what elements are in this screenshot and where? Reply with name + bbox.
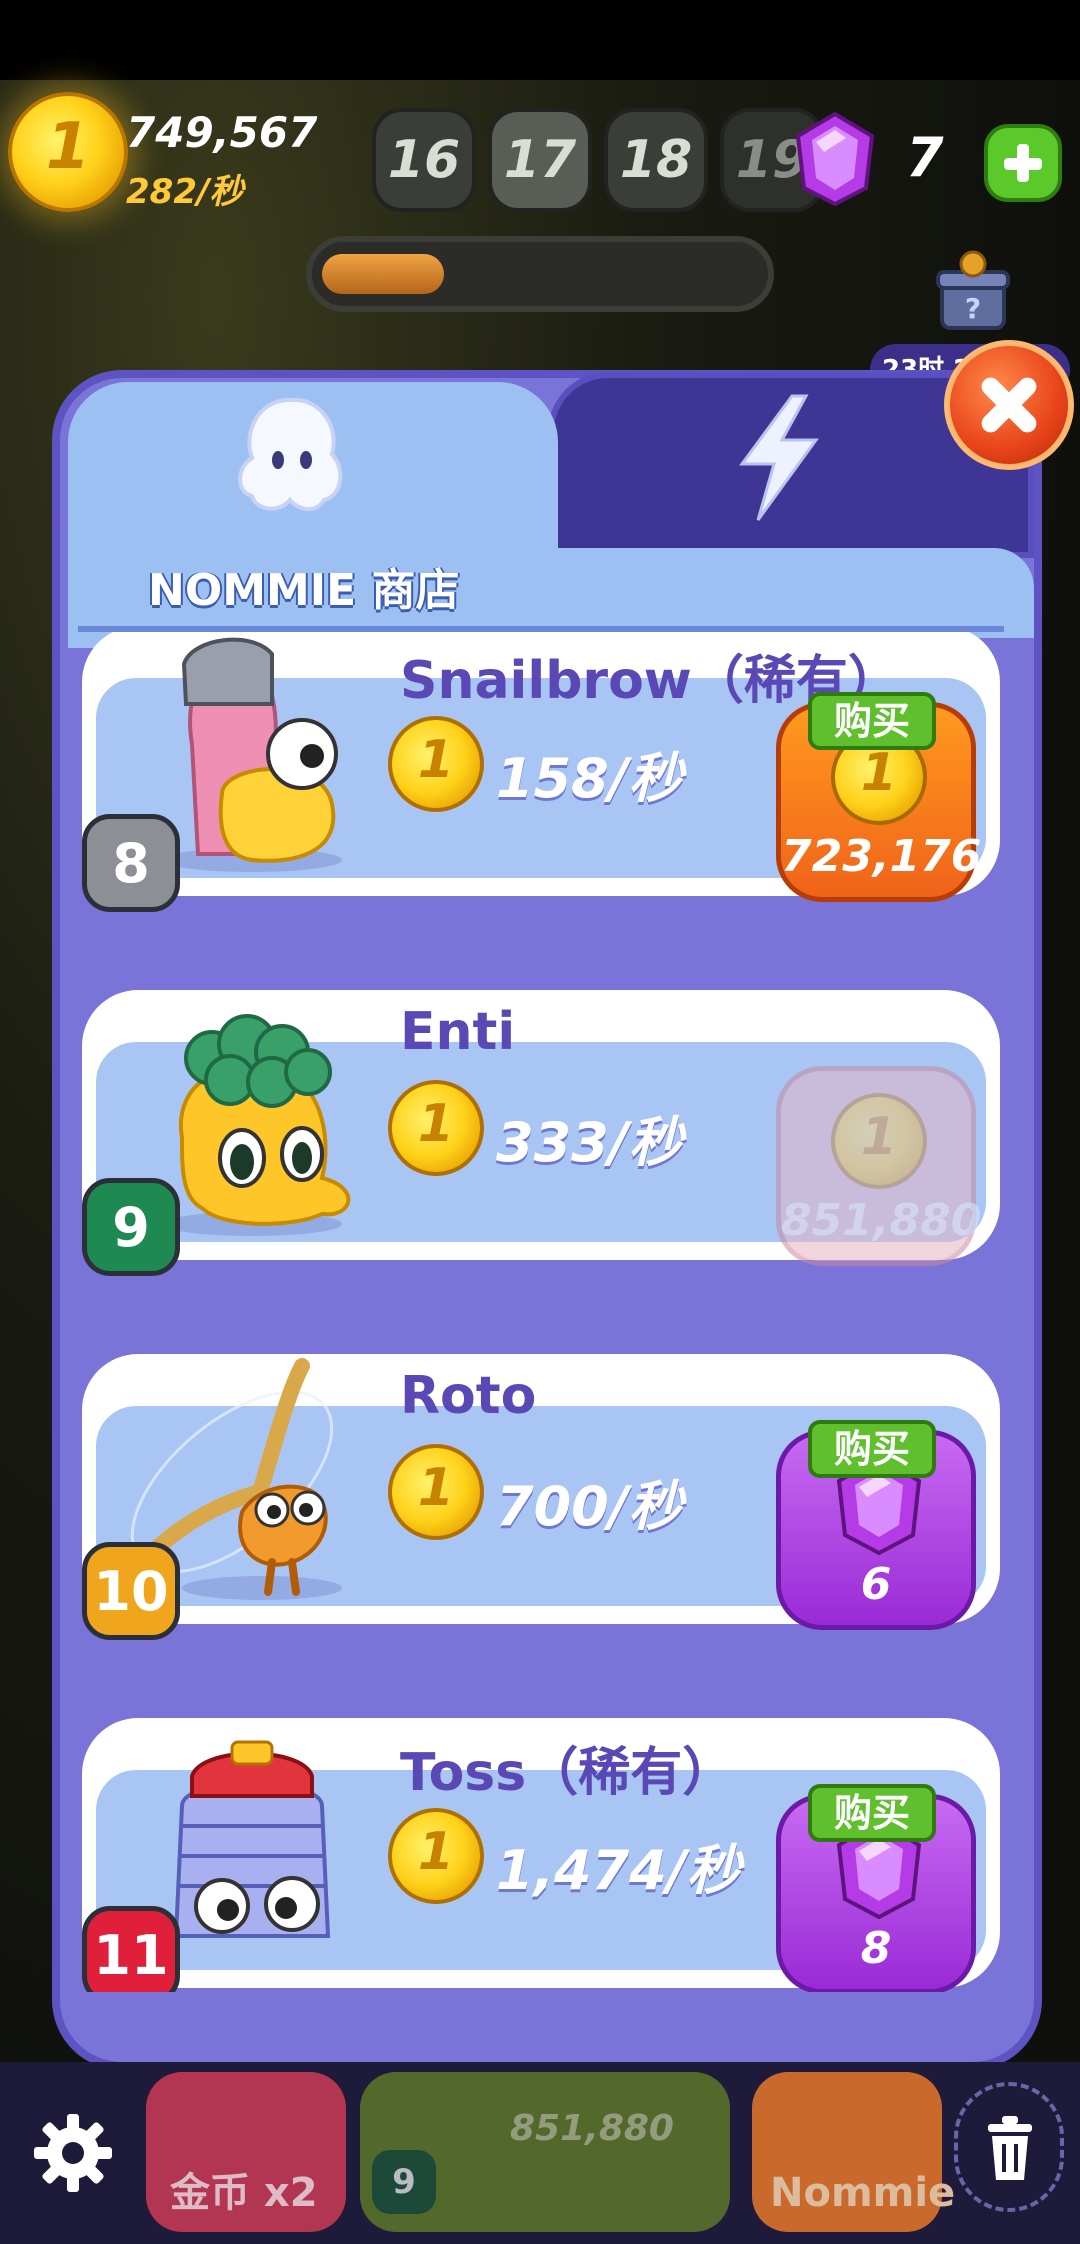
coin-icon [388, 1080, 484, 1176]
buy-label[interactable]: 购买 [808, 1420, 936, 1478]
coin-icon [388, 1808, 484, 1904]
level-selector: 16 17 18 19 [372, 108, 824, 212]
shop-item-snailbrow: Snailbrow（稀有） 8 158/秒 723,176 购买 [82, 632, 1000, 922]
item-rate: 158/秒 [496, 747, 683, 810]
shop-item-list[interactable]: Snailbrow（稀有） 8 158/秒 723,176 购买 Enti [78, 632, 1004, 1992]
nommie-label: Nommie [770, 2170, 956, 2216]
level-16[interactable]: 16 [372, 108, 476, 212]
shop-item-enti: Enti 9 333/秒 851,880 [82, 968, 1000, 1286]
item-price: 851,880 [781, 1195, 982, 1246]
item-level-badge: 9 [82, 1178, 180, 1276]
gem-icon [795, 112, 875, 206]
gems-count: 7 [906, 126, 944, 189]
item-price: 723,176 [781, 831, 982, 882]
item-rate: 700/秒 [496, 1475, 683, 1538]
coin-icon [831, 1093, 927, 1189]
buy-label[interactable]: 购买 [808, 1784, 936, 1842]
close-button[interactable] [944, 340, 1074, 470]
level-progress-fill [322, 254, 444, 294]
gear-icon[interactable] [28, 2108, 118, 2198]
item-name: Enti [400, 1002, 516, 1062]
coins-total: 749,567 [126, 108, 318, 157]
coin-icon [8, 92, 128, 212]
item-price: 8 [860, 1923, 892, 1974]
coin-icon [388, 716, 484, 812]
coin-boost-button[interactable]: 金币 x2 [146, 2072, 346, 2232]
shop-item-roto: Roto 10 700/秒 6 购买 [82, 1332, 1000, 1650]
level-18[interactable]: 18 [604, 108, 708, 212]
buy-button-disabled[interactable]: 851,880 [776, 1066, 982, 1266]
level-progress-bar [306, 236, 774, 312]
lightning-bolt-icon [739, 394, 819, 521]
item-level-badge: 11 [82, 1906, 180, 1992]
shop-title: NOMMIE 商店 [148, 565, 460, 616]
item-name: Roto [400, 1366, 537, 1426]
item-price: 6 [860, 1559, 892, 1610]
coins-rate: 282/秒 [126, 172, 244, 212]
trash-icon [988, 2116, 1032, 2180]
level-17-current[interactable]: 17 [488, 108, 592, 212]
svg-text:?: ? [965, 292, 981, 325]
status-bar [0, 0, 1080, 80]
item-level-badge: 10 [82, 1542, 180, 1640]
item-rate: 333/秒 [496, 1111, 683, 1174]
trash-button[interactable] [954, 2082, 1064, 2212]
quick-level-badge: 9 [372, 2150, 436, 2214]
buy-label[interactable]: 购买 [808, 692, 936, 750]
coin-icon [388, 1444, 484, 1540]
item-rate: 1,474/秒 [496, 1839, 741, 1902]
shop-item-toss: Toss（稀有） 11 1,474/秒 8 购买 [82, 1696, 1000, 1992]
nommie-shop-button[interactable]: Nommie [752, 2072, 955, 2232]
buy-nommie-quick-button[interactable]: 9 851,880 [360, 2072, 730, 2232]
quick-price: 851,880 [510, 2108, 674, 2149]
add-gems-button[interactable] [984, 124, 1062, 202]
item-name: Toss（稀有） [400, 1743, 735, 1803]
mystery-gift-icon[interactable]: ? [928, 246, 1018, 336]
ghost-nommie-icon [238, 397, 343, 512]
coin-boost-label: 金币 x2 [170, 2170, 318, 2216]
item-level-badge: 8 [82, 814, 180, 912]
